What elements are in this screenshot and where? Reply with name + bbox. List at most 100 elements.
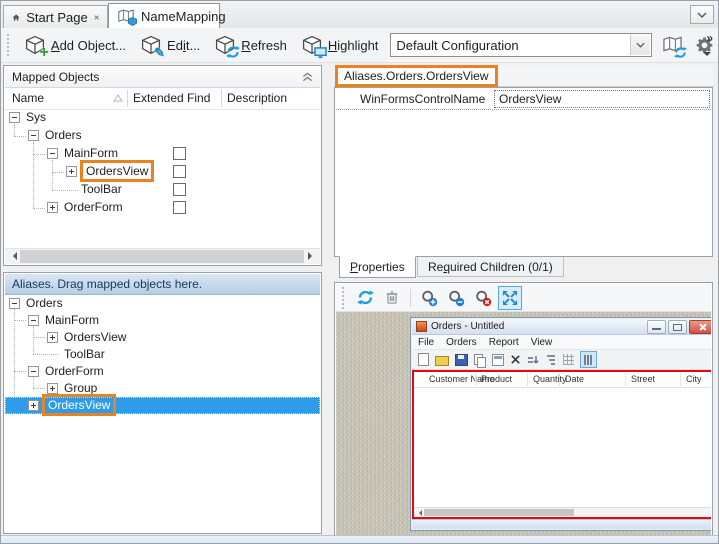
minimize-button[interactable] — [647, 320, 666, 334]
properties-icon[interactable] — [492, 354, 504, 366]
horizontal-scrollbar[interactable] — [5, 248, 320, 264]
pencil-badge-icon: ✎ — [154, 46, 165, 59]
collapse-panel-icon[interactable] — [302, 72, 313, 82]
fit-to-window-button[interactable] — [498, 286, 522, 310]
configuration-select[interactable]: Default Configuration — [390, 33, 651, 57]
expand-expander-icon[interactable] — [47, 202, 58, 213]
tree-item-label: Orders — [45, 128, 82, 142]
zoom-in-button[interactable] — [417, 286, 441, 310]
tree-item-toolbar[interactable]: ToolBar — [5, 181, 320, 199]
trash-icon — [384, 289, 400, 306]
orders-menubar: File Orders Report View — [412, 335, 711, 350]
col-street[interactable]: Street — [631, 374, 655, 384]
alias-item-ordersview-selected[interactable]: OrdersView — [5, 397, 320, 414]
menu-view[interactable]: View — [525, 337, 559, 348]
tree-item-orderform[interactable]: OrderForm — [5, 199, 320, 217]
col-city[interactable]: City — [686, 374, 702, 384]
tree-item-mainform[interactable]: MainForm — [5, 145, 320, 163]
alias-item-orderform[interactable]: OrderForm — [5, 363, 320, 380]
main-area: Mapped Objects Name Extended Find Descri… — [1, 63, 718, 536]
collapse-expander-icon[interactable] — [9, 298, 20, 309]
toolbar-grip[interactable] — [342, 287, 348, 309]
highlight-button[interactable]: Highlight — [296, 32, 384, 59]
close-button[interactable] — [689, 320, 711, 334]
toolbar-options-caret-icon[interactable] — [703, 52, 711, 60]
scroll-left-icon[interactable] — [416, 510, 422, 516]
collapse-expander-icon[interactable] — [28, 130, 39, 141]
extended-find-checkbox[interactable] — [173, 147, 186, 160]
collapse-expander-icon[interactable] — [28, 315, 39, 326]
alias-item-toolbar[interactable]: ToolBar — [5, 346, 320, 363]
column-divider[interactable] — [127, 90, 128, 107]
zoom-out-button[interactable] — [444, 286, 468, 310]
col-product[interactable]: Product — [481, 374, 512, 384]
scroll-right-icon[interactable] — [308, 252, 316, 260]
preview-stage: Orders - Untitled File Orders Report Vie… — [336, 312, 711, 536]
col-date[interactable]: Date — [565, 374, 584, 384]
sort-az-icon[interactable] — [527, 354, 539, 366]
collapse-expander-icon[interactable] — [9, 112, 20, 123]
alias-item-mainform[interactable]: MainForm — [5, 312, 320, 329]
tree-item-sys[interactable]: Sys — [5, 109, 320, 127]
col-quantity[interactable]: Quantity — [533, 374, 567, 384]
document-tab-bar: Start Page NameMapping — [1, 1, 718, 29]
tab-namemapping[interactable]: NameMapping — [108, 3, 220, 28]
tree-item-orders[interactable]: Orders — [5, 127, 320, 145]
tree-item-label: Sys — [26, 110, 46, 124]
preview-toolbar — [336, 284, 711, 312]
property-row[interactable]: WinFormsControlName OrdersView — [336, 89, 711, 110]
column-divider[interactable] — [221, 90, 222, 107]
refresh-button[interactable]: Refresh — [209, 32, 292, 59]
property-value[interactable]: OrdersView — [493, 89, 711, 109]
menu-orders[interactable]: Orders — [440, 337, 483, 348]
properties-grid: WinFormsControlName OrdersView — [334, 87, 713, 257]
open-file-icon[interactable] — [435, 356, 449, 366]
expand-expander-icon[interactable] — [28, 400, 39, 411]
maximize-button[interactable] — [668, 320, 687, 334]
extended-find-checkbox[interactable] — [173, 201, 186, 214]
save-icon[interactable] — [455, 354, 468, 366]
tree-item-ordersview[interactable]: OrdersView — [5, 163, 320, 181]
alias-item-ordersview[interactable]: OrdersView — [5, 329, 320, 346]
menu-file[interactable]: File — [412, 337, 440, 348]
columns-view-button[interactable] — [580, 351, 597, 368]
refresh-preview-button[interactable] — [353, 286, 377, 310]
panel-title: Mapped Objects — [12, 70, 99, 84]
column-description[interactable]: Description — [227, 91, 287, 105]
column-name[interactable]: Name — [12, 91, 44, 105]
tab-required-children[interactable]: Required Children (0/1) — [417, 257, 564, 277]
grid-view-icon[interactable] — [563, 354, 574, 365]
close-tab-icon[interactable] — [94, 13, 99, 22]
scroll-left-icon[interactable] — [9, 252, 17, 260]
collapse-expander-icon[interactable] — [28, 366, 39, 377]
zoom-reset-button[interactable] — [471, 286, 495, 310]
horizontal-scrollbar[interactable] — [414, 507, 711, 517]
expand-expander-icon[interactable] — [66, 166, 77, 177]
tab-list-dropdown-button[interactable] — [690, 5, 714, 24]
highlight-box: OrdersView — [42, 394, 116, 416]
tab-start-page[interactable]: Start Page — [3, 5, 108, 28]
scrollbar-thumb[interactable] — [424, 509, 574, 516]
expand-expander-icon[interactable] — [47, 383, 58, 394]
combo-dropdown-button[interactable] — [630, 35, 650, 55]
indent-icon[interactable] — [545, 354, 557, 366]
edit-button[interactable]: ✎ Edit... — [135, 32, 205, 59]
scrollbar-thumb[interactable] — [20, 250, 304, 263]
alias-item-orders[interactable]: Orders — [5, 295, 320, 312]
toolbar-grip[interactable] — [7, 34, 13, 56]
extended-find-checkbox[interactable] — [173, 183, 186, 196]
copy-icon[interactable] — [474, 354, 486, 366]
delete-image-button[interactable] — [380, 286, 404, 310]
tab-properties[interactable]: Properties — [339, 256, 416, 278]
add-object-icon: + — [24, 35, 46, 56]
update-namemapping-icon[interactable] — [662, 35, 685, 56]
new-file-icon[interactable] — [418, 353, 429, 366]
extended-find-checkbox[interactable] — [173, 165, 186, 178]
menu-report[interactable]: Report — [483, 337, 525, 348]
toolbar-overflow-button[interactable]: » — [706, 31, 713, 45]
collapse-expander-icon[interactable] — [47, 148, 58, 159]
expand-expander-icon[interactable] — [47, 332, 58, 343]
delete-x-icon[interactable] — [510, 354, 521, 365]
column-extended-find[interactable]: Extended Find — [133, 91, 210, 105]
add-object-button[interactable]: + Add Object... — [19, 32, 131, 59]
